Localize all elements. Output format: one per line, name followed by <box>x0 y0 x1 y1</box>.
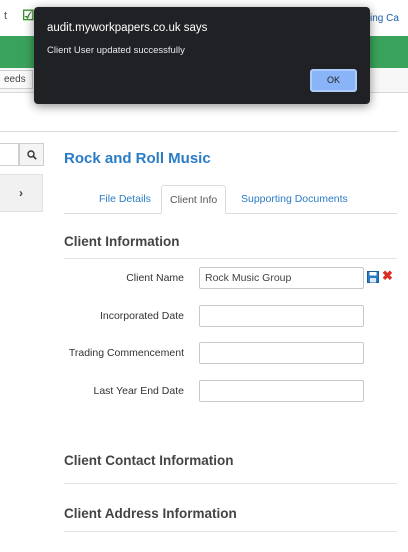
last-year-end-date-field[interactable] <box>199 380 364 402</box>
divider <box>0 131 398 132</box>
save-icon[interactable] <box>367 271 379 283</box>
section-divider <box>64 531 397 532</box>
section-divider <box>64 483 397 484</box>
incorporated-date-field[interactable] <box>199 305 364 327</box>
dialog-title: audit.myworkpapers.co.uk says <box>47 22 208 34</box>
section-heading-contact-info[interactable]: Client Contact Information <box>64 453 234 468</box>
incorporated-date-label: Incorporated Date <box>99 310 184 322</box>
tab-client-info[interactable]: Client Info <box>161 185 227 214</box>
sidebar-expand-item[interactable]: › <box>0 174 43 212</box>
ok-button[interactable]: OK <box>310 69 357 92</box>
delete-icon[interactable]: ✖ <box>382 268 393 284</box>
section-divider <box>64 258 397 259</box>
client-name-label: Client Name <box>126 272 184 284</box>
section-heading-address-info[interactable]: Client Address Information <box>64 506 237 521</box>
tab-feeds[interactable]: eeds <box>0 70 33 89</box>
search-button[interactable] <box>19 143 44 166</box>
search-input[interactable] <box>0 143 19 166</box>
bookmark-item-right[interactable]: ing Ca <box>370 13 399 24</box>
trading-commencement-label: Trading Commencement <box>68 347 184 359</box>
bookmark-item[interactable]: t <box>4 10 7 22</box>
page-title: Rock and Roll Music <box>64 150 211 167</box>
last-year-end-date-label: Last Year End Date <box>93 385 185 397</box>
tab-file-details[interactable]: File Details <box>91 185 159 213</box>
section-heading-client-info: Client Information <box>64 234 180 249</box>
dialog-message: Client User updated successfully <box>47 45 185 56</box>
chevron-right-icon: › <box>19 186 23 200</box>
search-icon <box>26 149 37 160</box>
client-name-field[interactable]: Rock Music Group <box>199 267 364 289</box>
trading-commencement-field[interactable] <box>199 342 364 364</box>
tab-bar: File Details Client Info Supporting Docu… <box>64 185 397 214</box>
tab-supporting-documents[interactable]: Supporting Documents <box>233 185 356 213</box>
alert-dialog: audit.myworkpapers.co.uk says Client Use… <box>34 7 370 104</box>
